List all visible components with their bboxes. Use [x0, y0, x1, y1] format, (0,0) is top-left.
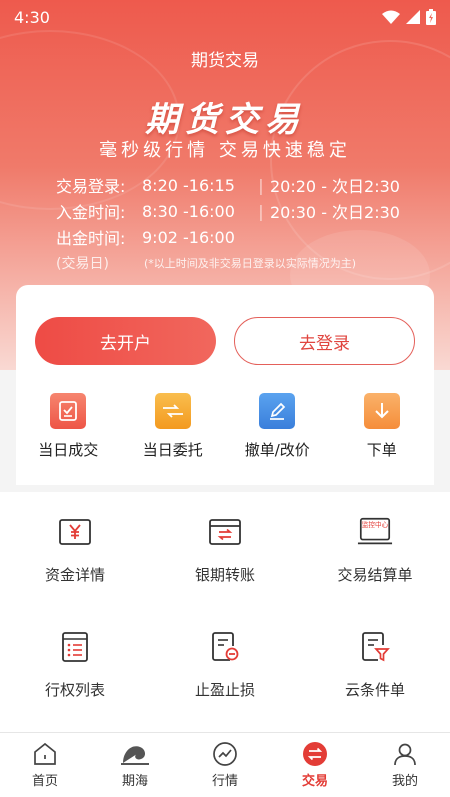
trade-card: 去开户 去登录 当日成交 当日委托 撤单/改价 下单	[16, 285, 434, 485]
hours-separator: |	[258, 175, 264, 195]
grid-item-bank-transfer[interactable]: 银期转账	[150, 492, 300, 602]
edit-icon	[259, 393, 296, 429]
grid-label: 银期转账	[194, 566, 255, 584]
status-time: 4:30	[14, 7, 50, 27]
signal-icon	[406, 10, 420, 24]
nav-market[interactable]: 行情	[180, 733, 270, 797]
quick-item-today-deals[interactable]: 当日成交	[16, 393, 121, 460]
hours-day: 8:20 -16:15	[142, 175, 235, 195]
grid-item-exercise-list[interactable]: 行权列表	[0, 607, 150, 717]
hours-row: 入金时间: 8:30 -16:00 | 20:30 - 次日2:30	[56, 198, 400, 224]
list-icon	[57, 629, 93, 665]
chart-circle-icon	[213, 742, 237, 766]
trading-day-label: (交易日)	[56, 256, 109, 272]
down-arrow-icon	[363, 393, 400, 429]
hours-night: 20:20 - 次日2:30	[270, 177, 400, 196]
bottom-nav: 首页 期海 行情 交易 我的	[0, 732, 450, 797]
handshake-icon	[154, 393, 191, 429]
nav-label: 期海	[121, 774, 148, 789]
home-icon	[34, 742, 56, 765]
grid-label: 云条件单	[344, 681, 405, 699]
open-account-button[interactable]: 去开户	[35, 317, 216, 365]
nav-label: 行情	[211, 774, 238, 789]
hours-label: 出金时间:	[56, 229, 126, 248]
quick-label: 当日委托	[142, 441, 203, 459]
nav-label: 首页	[31, 774, 58, 789]
nav-label: 我的	[391, 774, 418, 789]
hours-day: 8:30 -16:00	[142, 201, 235, 221]
transfer-icon	[207, 514, 243, 550]
nav-qihai[interactable]: 期海	[90, 733, 180, 797]
grid-label: 止盈止损	[194, 681, 255, 699]
banner-subtitle: 毫秒级行情 交易快速稳定	[99, 140, 351, 161]
wifi-icon	[382, 10, 400, 24]
hours-label: 交易登录:	[56, 177, 126, 196]
grid-item-cloud-condition-order[interactable]: 云条件单	[300, 607, 450, 717]
monitor-center-icon: 监控中心	[357, 514, 393, 550]
hours-row: (交易日) (*以上时间及非交易日登录以实际情况为主)	[56, 250, 400, 276]
nav-trade[interactable]: 交易	[270, 733, 360, 797]
page-title: 期货交易	[191, 51, 259, 71]
grid-label: 资金详情	[44, 566, 105, 584]
nav-home[interactable]: 首页	[0, 733, 90, 797]
grid-item-settlement[interactable]: 监控中心 交易结算单	[300, 492, 450, 602]
quick-item-today-orders[interactable]: 当日委托	[121, 393, 226, 460]
hours-label: 入金时间:	[56, 203, 126, 222]
person-icon	[394, 743, 416, 766]
quick-item-cancel-modify[interactable]: 撤单/改价	[225, 393, 330, 460]
hours-note: (*以上时间及非交易日登录以实际情况为主)	[144, 257, 357, 270]
grid-label: 交易结算单	[337, 566, 413, 584]
monitor-badge: 监控中心	[362, 520, 389, 529]
nav-label: 交易	[301, 774, 328, 789]
hours-row: 交易登录: 8:20 -16:15 | 20:20 - 次日2:30	[56, 172, 400, 198]
grid-item-fund-detail[interactable]: 资金详情	[0, 492, 150, 602]
battery-icon	[426, 9, 436, 25]
hours-day: 9:02 -16:00	[142, 227, 235, 247]
filter-doc-icon	[357, 629, 393, 665]
exchange-icon	[303, 742, 327, 766]
quick-label: 下单	[366, 441, 397, 459]
banner-title: 期货交易	[145, 100, 305, 140]
grid-label: 行权列表	[44, 681, 105, 699]
grid-item-stop-profit-loss[interactable]: 止盈止损	[150, 607, 300, 717]
function-grid: 资金详情 银期转账 监控中心 交易结算单 行权列表 止盈止损 云条件单	[0, 492, 450, 732]
quick-label: 撤单/改价	[244, 441, 310, 459]
check-doc-icon	[50, 393, 87, 429]
hours-row: 出金时间: 9:02 -16:00	[56, 224, 400, 250]
login-button[interactable]: 去登录	[234, 317, 415, 365]
yuan-doc-icon	[57, 514, 93, 550]
trading-hours: 交易登录: 8:20 -16:15 | 20:20 - 次日2:30 入金时间:…	[56, 172, 400, 276]
stop-doc-icon	[207, 629, 243, 665]
hours-separator: |	[258, 201, 264, 221]
quick-label: 当日成交	[38, 441, 99, 459]
quick-item-place-order[interactable]: 下单	[330, 393, 435, 460]
status-bar: 4:30	[0, 0, 450, 34]
nav-mine[interactable]: 我的	[360, 733, 450, 797]
quick-actions: 当日成交 当日委托 撤单/改价 下单	[16, 393, 434, 460]
snail-icon	[121, 746, 149, 765]
hours-night: 20:30 - 次日2:30	[270, 203, 400, 222]
